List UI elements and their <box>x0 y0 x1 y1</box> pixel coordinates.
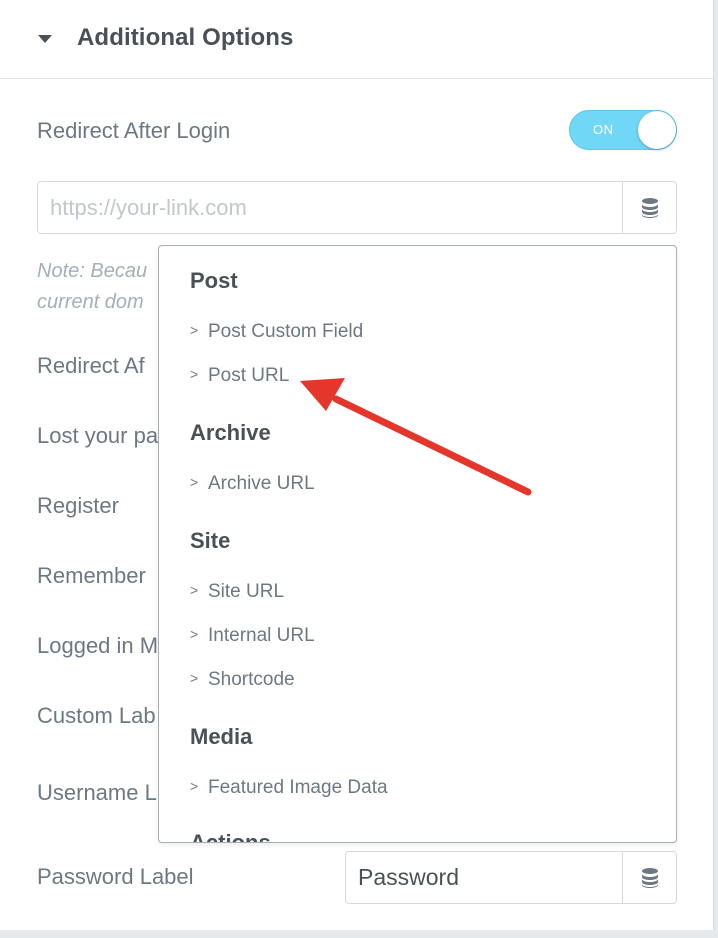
chevron-right-icon: > <box>190 366 199 382</box>
dropdown-item-shortcode[interactable]: > Shortcode <box>190 669 660 699</box>
redirect-note: Note: Becau current dom <box>37 256 147 318</box>
group-title-post: Post <box>190 268 238 293</box>
logged-in-message-label: Logged in M <box>37 633 159 658</box>
dropdown-item-label: Featured Image Data <box>208 777 388 798</box>
password-label-label: Password Label <box>37 864 194 889</box>
redirect-url-field <box>37 181 677 234</box>
panel-bottom-border <box>0 930 718 938</box>
remember-me-label: Remember <box>37 563 146 588</box>
password-label-input[interactable] <box>346 852 623 903</box>
chevron-right-icon: > <box>190 778 199 794</box>
chevron-right-icon: > <box>190 626 199 642</box>
dropdown-item-label: Archive URL <box>208 473 315 494</box>
username-label-label: Username L <box>37 780 157 805</box>
additional-options-header[interactable]: Additional Options <box>0 0 713 79</box>
dropdown-item-internal-url[interactable]: > Internal URL <box>190 625 660 655</box>
toggle-knob <box>638 111 676 149</box>
redirect-after-logout-label: Redirect Af <box>37 353 145 378</box>
database-icon <box>642 868 658 888</box>
chevron-right-icon: > <box>190 474 199 490</box>
custom-label-label: Custom Lab <box>37 703 156 728</box>
dropdown-item-label: Shortcode <box>208 669 295 690</box>
dropdown-item-post-url[interactable]: > Post URL <box>190 365 660 395</box>
dropdown-item-site-url[interactable]: > Site URL <box>190 581 660 611</box>
note-line-2: current dom <box>37 291 144 313</box>
group-title-archive: Archive <box>190 420 271 445</box>
redirect-after-login-toggle[interactable]: ON <box>569 110 677 150</box>
chevron-right-icon: > <box>190 322 199 338</box>
caret-down-icon <box>38 35 52 43</box>
dropdown-item-label: Post Custom Field <box>208 321 364 342</box>
group-title-media: Media <box>190 724 253 749</box>
register-label: Register <box>37 493 119 518</box>
chevron-right-icon: > <box>190 582 199 598</box>
dropdown-item-label: Internal URL <box>208 625 315 646</box>
dynamic-tags-button[interactable] <box>622 182 676 233</box>
group-title-site: Site <box>190 528 231 553</box>
dynamic-tags-dropdown[interactable]: Post > Post Custom Field > Post URL Archiv… <box>158 245 677 843</box>
chevron-right-icon: > <box>190 670 199 686</box>
dropdown-item-post-custom-field[interactable]: > Post Custom Field <box>190 321 660 351</box>
dropdown-item-label: Site URL <box>208 581 285 602</box>
group-title-actions: Actions <box>190 830 271 843</box>
lost-password-label: Lost your pa <box>37 423 159 448</box>
note-line-1: Note: Becau <box>37 260 148 282</box>
dropdown-item-archive-url[interactable]: > Archive URL <box>190 473 660 503</box>
dropdown-item-label: Post URL <box>208 365 290 386</box>
panel-scrollbar-track[interactable] <box>714 0 718 938</box>
toggle-state-text: ON <box>593 122 614 137</box>
dropdown-item-featured-image-data[interactable]: > Featured Image Data <box>190 777 660 807</box>
password-label-field <box>345 851 677 904</box>
section-title: Additional Options <box>77 24 294 51</box>
redirect-after-login-label: Redirect After Login <box>37 118 231 143</box>
database-icon <box>642 198 658 218</box>
redirect-url-input[interactable] <box>38 182 623 233</box>
dynamic-tags-button[interactable] <box>622 852 676 903</box>
